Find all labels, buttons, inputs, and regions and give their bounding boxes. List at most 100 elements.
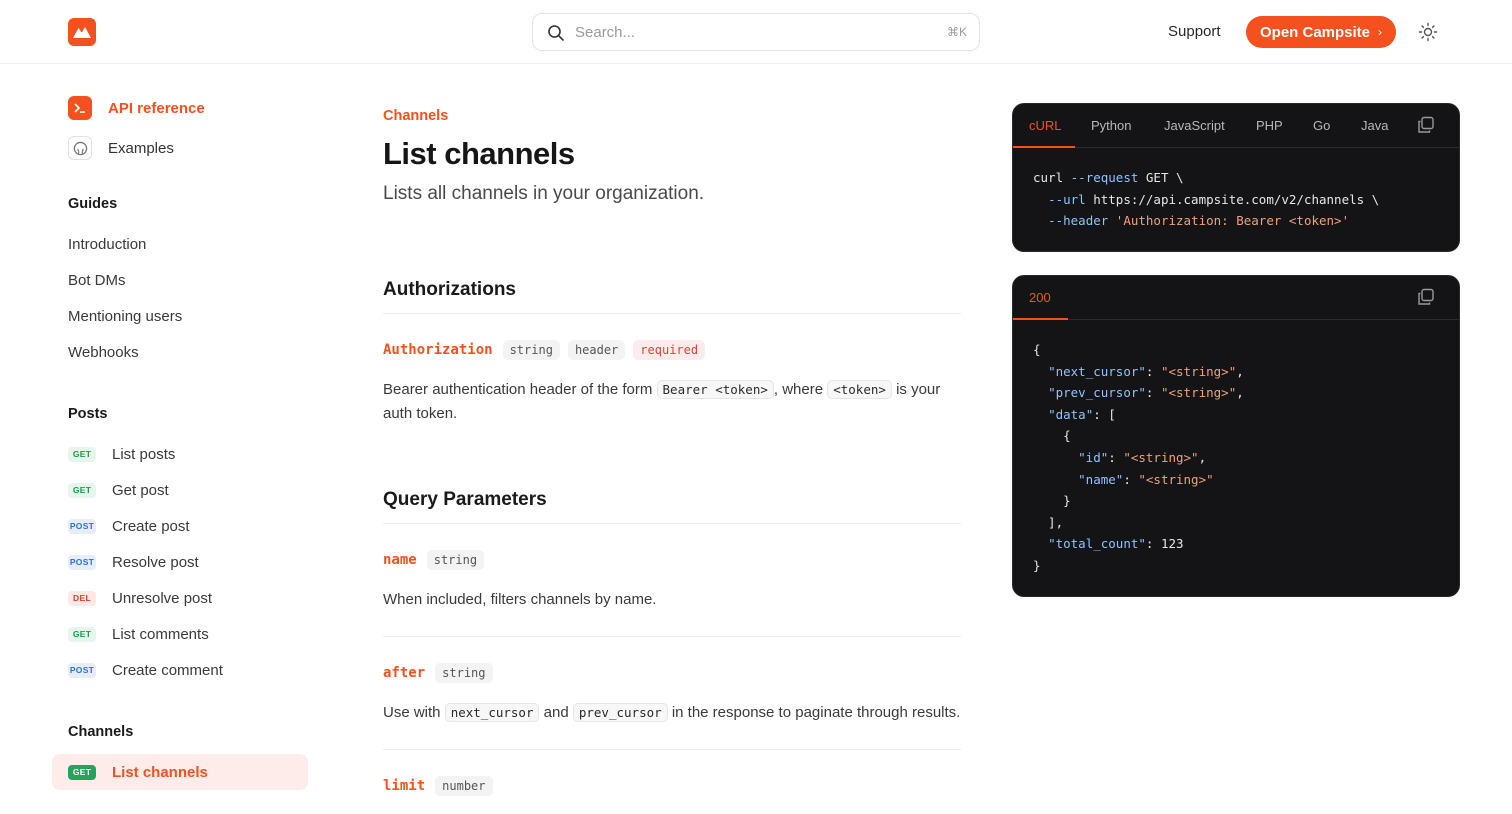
param-type: string bbox=[426, 550, 485, 570]
method-badge: POST bbox=[68, 663, 96, 678]
sidebar-item-label: Resolve post bbox=[112, 554, 199, 571]
tab-curl[interactable]: cURL bbox=[1029, 104, 1062, 148]
sidebar-item-create-comment[interactable]: POST Create comment bbox=[68, 662, 223, 679]
sidebar-item-api-reference[interactable]: API reference bbox=[68, 96, 205, 120]
sidebar-item-create-post[interactable]: POST Create post bbox=[68, 518, 190, 535]
divider bbox=[383, 636, 961, 637]
param-type: string bbox=[435, 663, 493, 683]
sidebar-item-mentioning-users[interactable]: Mentioning users bbox=[68, 308, 182, 325]
sidebar: API reference Examples Guides Introducti… bbox=[0, 64, 320, 814]
sidebar-item-label: API reference bbox=[108, 99, 205, 117]
method-badge: POST bbox=[68, 555, 96, 570]
param-limit: limit number bbox=[383, 776, 493, 796]
sidebar-item-label: List comments bbox=[112, 626, 209, 643]
search-input[interactable] bbox=[575, 14, 935, 50]
active-tab-indicator bbox=[1013, 318, 1068, 320]
sidebar-item-unresolve-post[interactable]: DEL Unresolve post bbox=[68, 590, 212, 607]
param-name[interactable]: Authorization bbox=[383, 342, 493, 358]
open-campsite-button[interactable]: Open Campsite › bbox=[1246, 16, 1396, 48]
sidebar-item-label: List channels bbox=[112, 764, 208, 781]
param-name[interactable]: limit bbox=[383, 778, 425, 794]
sidebar-item-bot-dms[interactable]: Bot DMs bbox=[68, 272, 126, 289]
method-badge: DEL bbox=[68, 591, 96, 606]
response-code: { "next_cursor": "<string>", "prev_curso… bbox=[1033, 339, 1244, 577]
tab-go[interactable]: Go bbox=[1313, 104, 1330, 148]
param-after: after string bbox=[383, 663, 493, 683]
sidebar-item-introduction[interactable]: Introduction bbox=[68, 236, 146, 253]
page-subtitle: Lists all channels in your organization. bbox=[383, 183, 705, 204]
sidebar-heading-posts: Posts bbox=[68, 406, 108, 422]
divider bbox=[383, 523, 961, 524]
tab-php[interactable]: PHP bbox=[1256, 104, 1283, 148]
code-line: { bbox=[1033, 342, 1041, 357]
param-authorization: Authorization string header required bbox=[383, 340, 706, 360]
code-line: "total_count": 123 bbox=[1048, 536, 1184, 552]
request-code: curl --request GET \ --url https://api.c… bbox=[1033, 167, 1379, 232]
support-link[interactable]: Support bbox=[1168, 23, 1221, 40]
param-type: number bbox=[435, 776, 493, 796]
code-line: "id": "<string>", bbox=[1078, 449, 1207, 465]
campsite-logo-icon[interactable] bbox=[68, 18, 96, 46]
response-tabs: 200 bbox=[1013, 276, 1459, 320]
inline-code: prev_cursor bbox=[572, 703, 668, 722]
code-line: } bbox=[1033, 493, 1071, 509]
search-box[interactable]: ⌘K bbox=[532, 13, 980, 51]
method-badge: GET bbox=[68, 483, 96, 498]
tab-python[interactable]: Python bbox=[1091, 104, 1131, 148]
param-type: string bbox=[502, 340, 560, 360]
divider bbox=[383, 749, 961, 750]
sidebar-item-label: Create post bbox=[112, 518, 190, 535]
param-required: required bbox=[633, 340, 706, 360]
sidebar-item-resolve-post[interactable]: POST Resolve post bbox=[68, 554, 199, 571]
search-shortcut: ⌘K bbox=[946, 25, 967, 39]
copy-icon[interactable] bbox=[1417, 288, 1435, 306]
tab-java[interactable]: Java bbox=[1361, 104, 1388, 148]
param-description: Use with next_cursor and prev_cursor in … bbox=[383, 703, 961, 722]
method-badge: GET bbox=[68, 765, 96, 780]
sidebar-item-list-comments[interactable]: GET List comments bbox=[68, 626, 209, 643]
inline-code: next_cursor bbox=[444, 703, 540, 722]
open-campsite-label: Open Campsite bbox=[1259, 23, 1371, 41]
method-badge: POST bbox=[68, 519, 96, 534]
sidebar-item-label: Create comment bbox=[112, 662, 223, 679]
github-icon bbox=[68, 136, 92, 160]
chevron-right-icon: › bbox=[1378, 25, 1383, 39]
page-title: List channels bbox=[383, 136, 575, 171]
response-code-panel: 200 { "next_cursor": "<string>", "prev_c… bbox=[1012, 275, 1460, 597]
code-line: curl --request GET \ bbox=[1033, 170, 1184, 185]
sidebar-item-webhooks[interactable]: Webhooks bbox=[68, 344, 139, 361]
tab-javascript[interactable]: JavaScript bbox=[1164, 104, 1225, 148]
sidebar-item-list-posts[interactable]: GET List posts bbox=[68, 446, 175, 463]
sidebar-heading-guides: Guides bbox=[68, 196, 118, 212]
search-icon bbox=[548, 25, 564, 41]
param-location: header bbox=[567, 340, 626, 360]
param-description: When included, filters channels by name. bbox=[383, 591, 657, 608]
sidebar-item-examples[interactable]: Examples bbox=[68, 136, 174, 160]
sun-icon[interactable] bbox=[1418, 22, 1438, 42]
code-line: "prev_cursor": "<string>", bbox=[1048, 385, 1244, 401]
param-name[interactable]: name bbox=[383, 552, 417, 568]
sidebar-item-label: List posts bbox=[112, 446, 176, 463]
language-tabs: cURL Python JavaScript PHP Go Java bbox=[1013, 104, 1459, 148]
section-title-query-parameters: Query Parameters bbox=[383, 489, 547, 510]
code-line: "name": "<string>" bbox=[1078, 471, 1214, 487]
sidebar-item-label: Examples bbox=[108, 139, 174, 157]
param-name-filter: name string bbox=[383, 550, 485, 570]
sidebar-item-get-post[interactable]: GET Get post bbox=[68, 482, 169, 499]
request-code-panel: cURL Python JavaScript PHP Go Java curl … bbox=[1012, 103, 1460, 252]
sidebar-item-list-channels[interactable]: GET List channels bbox=[52, 754, 308, 790]
code-line: --url https://api.campsite.com/v2/channe… bbox=[1048, 191, 1380, 207]
top-bar: ⌘K Support Open Campsite › bbox=[0, 0, 1512, 64]
sidebar-heading-channels: Channels bbox=[68, 724, 134, 740]
copy-icon[interactable] bbox=[1417, 116, 1435, 134]
breadcrumb[interactable]: Channels bbox=[383, 108, 448, 124]
tab-status-200[interactable]: 200 bbox=[1029, 276, 1051, 320]
divider bbox=[383, 313, 961, 314]
terminal-icon bbox=[68, 96, 92, 120]
param-name[interactable]: after bbox=[383, 665, 425, 681]
code-line: { bbox=[1033, 428, 1071, 444]
code-line: } bbox=[1033, 557, 1041, 573]
active-tab-indicator bbox=[1013, 146, 1075, 148]
code-line: "data": [ bbox=[1048, 406, 1116, 422]
code-line: --header 'Authorization: Bearer <token>' bbox=[1048, 213, 1350, 229]
